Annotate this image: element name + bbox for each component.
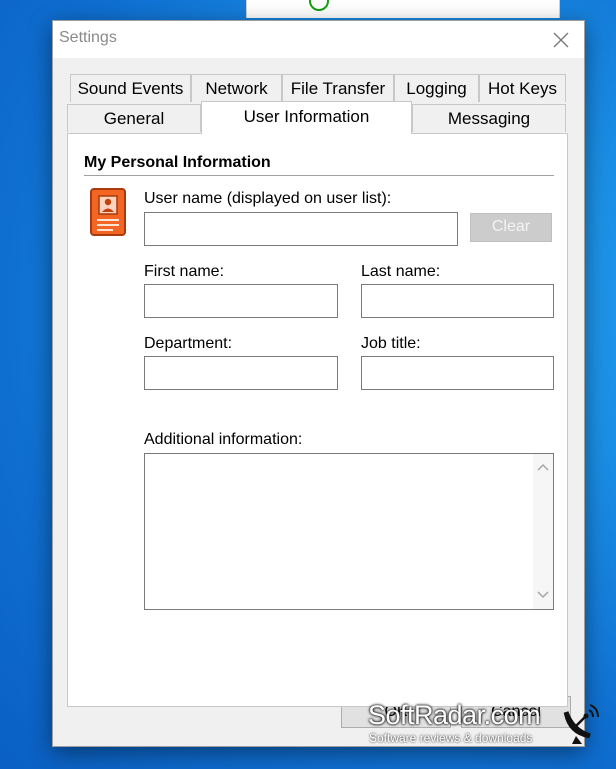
tab-general[interactable]: General — [67, 104, 201, 132]
scroll-up-icon[interactable] — [537, 462, 549, 472]
user-name-label: User name (displayed on user list): — [144, 190, 392, 207]
tab-label: Network — [205, 79, 268, 98]
tab-logging[interactable]: Logging — [394, 74, 479, 102]
first-name-input[interactable] — [144, 284, 338, 318]
tab-label: User Information — [243, 107, 370, 126]
tab-hot-keys[interactable]: Hot Keys — [479, 74, 566, 102]
tab-label: File Transfer — [290, 79, 386, 98]
watermark-brand: SoftRadar.com — [368, 700, 541, 730]
last-name-input[interactable] — [361, 284, 554, 318]
job-title-label: Job title: — [361, 335, 421, 352]
tab-network[interactable]: Network — [191, 74, 282, 102]
vertical-scrollbar[interactable] — [533, 454, 553, 609]
department-input[interactable] — [144, 356, 338, 390]
window-title: Settings — [59, 29, 117, 46]
section-divider — [84, 175, 554, 176]
close-button[interactable] — [538, 21, 584, 58]
additional-info-textarea[interactable] — [145, 454, 533, 609]
status-ring-icon — [309, 0, 329, 11]
tab-messaging[interactable]: Messaging — [412, 104, 566, 132]
additional-info-label: Additional information: — [144, 431, 303, 448]
tab-sound-events[interactable]: Sound Events — [70, 74, 191, 102]
user-name-input[interactable] — [144, 212, 458, 246]
clear-button[interactable]: Clear — [470, 213, 552, 242]
tab-label: General — [103, 109, 165, 128]
first-name-label: First name: — [144, 263, 225, 280]
contact-card-icon — [90, 188, 126, 236]
additional-info-box — [144, 453, 554, 610]
tab-label: Logging — [406, 79, 467, 98]
watermark-tagline: Software reviews & downloads — [369, 731, 533, 745]
satellite-dish-icon — [563, 704, 599, 744]
section-title: My Personal Information — [84, 154, 271, 171]
tab-label: Hot Keys — [488, 79, 557, 98]
last-name-label: Last name: — [361, 263, 441, 280]
tab-user-information[interactable]: User Information — [201, 101, 412, 134]
title-bar: Settings — [53, 21, 584, 58]
settings-dialog: Settings Sound Events Network File Trans… — [52, 20, 585, 747]
background-window — [246, 0, 560, 18]
tab-label: Messaging — [447, 109, 531, 128]
tab-file-transfer[interactable]: File Transfer — [282, 74, 394, 102]
tab-label: Sound Events — [77, 79, 184, 98]
close-icon — [553, 32, 569, 47]
department-label: Department: — [144, 335, 233, 352]
watermark: SoftRadar.com Software reviews & downloa… — [368, 700, 616, 760]
scroll-down-icon[interactable] — [537, 590, 549, 600]
user-information-panel: My Personal Information User name (displ… — [67, 133, 568, 707]
job-title-input[interactable] — [361, 356, 554, 390]
